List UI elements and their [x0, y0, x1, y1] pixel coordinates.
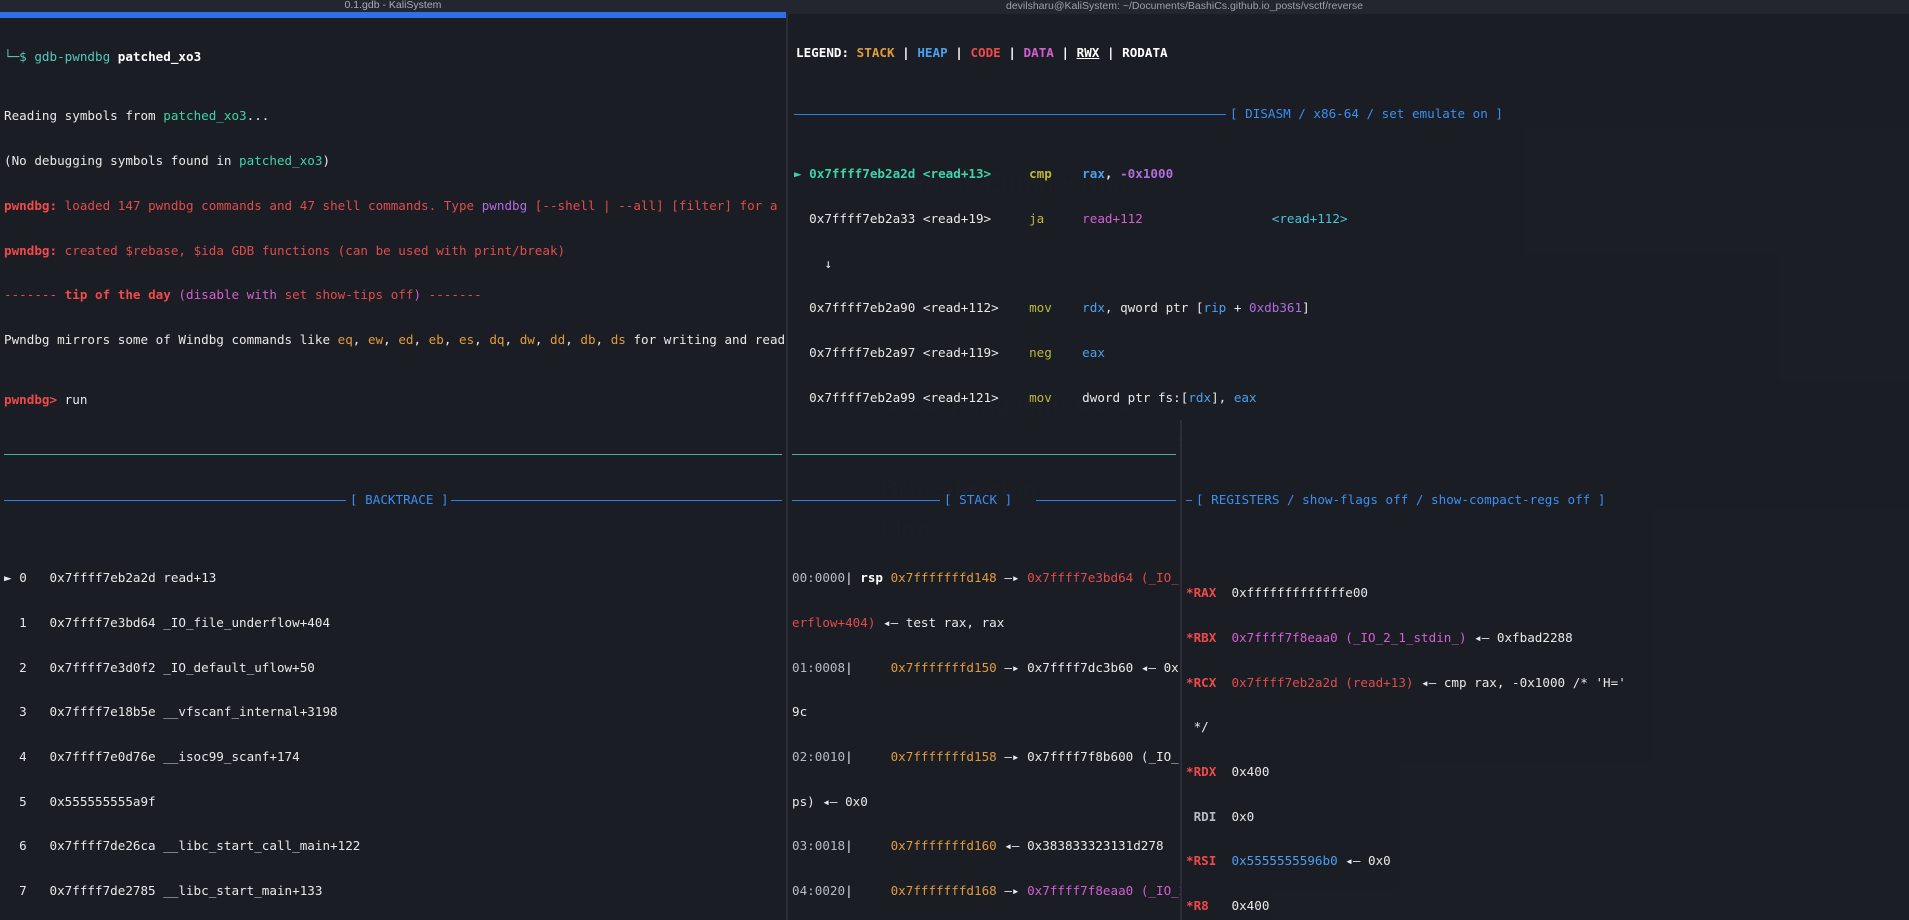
stack-title-bar: [ STACK ]	[792, 493, 1176, 508]
shell-prompt-prefix: └─$	[4, 48, 35, 64]
backtrace-title: [ BACKTRACE ]	[348, 492, 451, 508]
backtrace-row[interactable]: 3 0x7ffff7e18b5e __vfscanf_internal+3198	[4, 704, 782, 720]
stack-row-cont: 9c	[792, 704, 808, 720]
register-row[interactable]: *RDX 0x400	[1186, 764, 1905, 780]
stack-row[interactable]: 03:0018| 0x7fffffffd160 ◂— 0x38383332313…	[792, 839, 1176, 854]
disasm-row[interactable]: 0x7ffff7eb2a90 <read+112> mov rdx, qword…	[794, 300, 1903, 316]
pane-divider	[4, 453, 782, 455]
backtrace-row[interactable]: 2 0x7ffff7e3d0f2 _IO_default_uflow+50	[4, 660, 782, 676]
console-line-pwndbg-info: pwndbg: created $rebase, $ida GDB functi…	[4, 242, 566, 258]
disasm-row-jump-arrow: ↓	[794, 255, 832, 271]
terminal-window[interactable]: └─$ gdb-pwndbg patched_xo3 Reading symbo…	[0, 14, 1909, 920]
backtrace-row[interactable]: ► 0 0x7ffff7eb2a2d read+13	[4, 570, 782, 586]
shell-command-arg: patched_xo3	[117, 48, 202, 64]
pane-divider	[792, 453, 1176, 455]
legend-heap: HEAP	[917, 44, 948, 60]
legend-data: DATA	[1023, 44, 1054, 60]
console-line-pwndbg-info: pwndbg: loaded 147 pwndbg commands and 4…	[4, 197, 786, 213]
disasm-row[interactable]: 0x7ffff7eb2a97 <read+119> neg eax	[794, 345, 1903, 361]
disasm-row[interactable]: 0x7ffff7eb2a99 <read+121> mov dword ptr …	[794, 390, 1903, 406]
stack-row[interactable]: 01:0008| 0x7fffffffd150 —▸ 0x7ffff7dc3b6…	[792, 660, 1180, 676]
legend-stack: STACK	[856, 44, 895, 60]
register-row-cont: */	[1186, 719, 1209, 735]
register-row[interactable]: *RSI 0x5555555596b0 ◂— 0x0	[1186, 853, 1905, 869]
register-row[interactable]: *R8 0x400	[1186, 898, 1905, 914]
registers-pane[interactable]: [ REGISTERS / show-flags off / show-comp…	[1182, 420, 1909, 920]
backtrace-pane[interactable]: [ BACKTRACE ] ► 0 0x7ffff7eb2a2d read+13…	[0, 420, 786, 920]
console-line-tip: ------- tip of the day (disable with set…	[4, 287, 482, 303]
disasm-row[interactable]: 0x7ffff7eb2a33 <read+19> ja read+112 <re…	[794, 211, 1903, 227]
register-row[interactable]: *RAX 0xfffffffffffffe00	[1186, 585, 1905, 601]
legend-rwx: RWX	[1076, 44, 1100, 60]
backtrace-row[interactable]: 5 0x555555555a9f	[4, 794, 782, 810]
disassembly-pane[interactable]: LEGEND: STACK | HEAP | CODE | DATA | RWX…	[788, 14, 1909, 420]
backtrace-title-bar: [ BACKTRACE ]	[4, 492, 782, 508]
backtrace-row[interactable]: 7 0x7ffff7de2785 __libc_start_main+133	[4, 883, 782, 899]
gdb-console-pane[interactable]: └─$ gdb-pwndbg patched_xo3 Reading symbo…	[0, 16, 786, 420]
shell-command: gdb-pwndbg	[34, 48, 118, 64]
backtrace-row[interactable]: 4 0x7ffff7e0d76e __isoc99_scanf+174	[4, 749, 782, 765]
backtrace-row[interactable]: 1 0x7ffff7e3bd64 _IO_file_underflow+404	[4, 615, 782, 631]
stack-row-cont: ps) ◂— 0x0	[792, 793, 868, 809]
legend-bar: LEGEND: STACK | HEAP | CODE | DATA | RWX…	[796, 44, 1168, 60]
console-line-tip-body: Pwndbg mirrors some of Windbg commands l…	[4, 331, 786, 347]
shell-prompt-line: └─$ gdb-pwndbg patched_xo3	[4, 48, 782, 65]
legend-rodata: RODATA	[1122, 44, 1168, 60]
disasm-title: [ DISASM / x86-64 / set emulate on ]	[1230, 106, 1503, 121]
pane-divider	[1186, 454, 1905, 455]
register-row[interactable]: *RBX 0x7ffff7f8eaa0 (_IO_2_1_stdin_) ◂— …	[1186, 630, 1905, 646]
console-line: (No debugging symbols found in patched_x…	[4, 153, 331, 169]
stack-pane[interactable]: [ STACK ] 00:0000| rsp 0x7fffffffd148 —▸…	[788, 420, 1180, 920]
registers-title: [ REGISTERS / show-flags off / show-comp…	[1196, 492, 1606, 507]
register-row[interactable]: *RCX 0x7ffff7eb2a2d (read+13) ◂— cmp rax…	[1186, 675, 1905, 691]
console-line: Reading symbols from patched_xo3...	[4, 108, 270, 124]
disasm-title-bar: [ DISASM / x86-64 / set emulate on ]	[794, 107, 1903, 123]
stack-row[interactable]: 00:0000| rsp 0x7fffffffd148 —▸ 0x7ffff7e…	[792, 570, 1180, 586]
stack-row[interactable]: 04:0020| 0x7fffffffd168 —▸ 0x7ffff7f8eaa…	[792, 883, 1180, 899]
stack-title: [ STACK ]	[944, 492, 1013, 507]
register-row[interactable]: RDI 0x0	[1186, 809, 1905, 825]
stack-row[interactable]: 02:0010| 0x7fffffffd158 —▸ 0x7ffff7f8b60…	[792, 749, 1180, 765]
stack-row-cont: erflow+404) ◂— test rax, rax	[792, 614, 1005, 630]
registers-title-bar: [ REGISTERS / show-flags off / show-comp…	[1186, 493, 1905, 508]
backtrace-row[interactable]: 6 0x7ffff7de26ca __libc_start_call_main+…	[4, 839, 782, 854]
legend-code: CODE	[970, 44, 1001, 60]
disasm-row-current[interactable]: ► 0x7ffff7eb2a2d <read+13> cmp rax, -0x1…	[794, 166, 1903, 182]
console-prompt-line: pwndbg> run	[4, 391, 88, 407]
